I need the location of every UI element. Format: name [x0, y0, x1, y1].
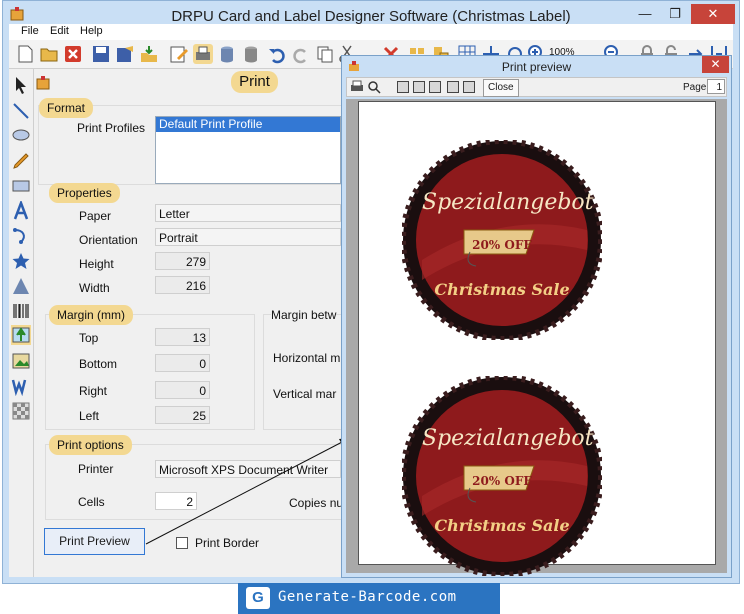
margin-top-label: Top: [79, 331, 99, 345]
minimize-button[interactable]: —: [631, 4, 659, 24]
image-icon[interactable]: [11, 325, 31, 345]
label-headline: Spezialangebot: [422, 190, 594, 215]
copy-icon[interactable]: [315, 44, 335, 64]
height-field[interactable]: 279: [155, 252, 210, 270]
two-pages-icon[interactable]: [413, 81, 425, 93]
export-icon[interactable]: [139, 44, 159, 64]
label-footer: Christmas Sale: [434, 280, 570, 299]
open-folder-icon[interactable]: [39, 44, 59, 64]
paper-field[interactable]: Letter: [155, 204, 341, 222]
edit-icon[interactable]: [169, 44, 189, 64]
undo-icon[interactable]: [267, 44, 287, 64]
database-settings-icon[interactable]: [241, 44, 261, 64]
preview-close-button[interactable]: Close: [483, 79, 519, 97]
print-preview-button[interactable]: Print Preview: [44, 528, 145, 555]
save-as-icon[interactable]: [115, 44, 135, 64]
menu-file[interactable]: File: [21, 25, 39, 37]
close-file-icon[interactable]: [63, 44, 83, 64]
orientation-label: Orientation: [79, 233, 138, 247]
christmas-label: Spezialangebot 20% OFF Christmas Sale: [400, 374, 604, 579]
preview-page: Spezialangebot 20% OFF Christmas Sale Sp…: [358, 101, 716, 578]
height-label: Height: [79, 257, 114, 271]
page-label: Page: [683, 82, 707, 93]
line-icon[interactable]: [11, 101, 31, 121]
label-headline: Spezialangebot: [422, 426, 594, 451]
redo-icon[interactable]: [291, 44, 311, 64]
text-icon[interactable]: [11, 201, 31, 221]
preview-title: Print preview: [501, 60, 572, 74]
margin-between-group: [263, 314, 342, 430]
width-field[interactable]: 216: [155, 276, 210, 294]
picture-icon[interactable]: [11, 351, 31, 371]
menu-help[interactable]: Help: [80, 25, 103, 37]
menu-edit[interactable]: Edit: [50, 25, 69, 37]
print-profile-item[interactable]: Default Print Profile: [156, 117, 340, 132]
triangle-icon[interactable]: [11, 276, 31, 296]
brand-banner: G Generate-Barcode.com: [238, 583, 500, 614]
margin-group: [45, 314, 255, 430]
width-label: Width: [79, 281, 110, 295]
margin-top-field[interactable]: 13: [155, 328, 210, 346]
properties-section-label: Properties: [49, 183, 120, 203]
print-options-section-label: Print options: [49, 435, 132, 455]
close-window-button[interactable]: ✕: [691, 4, 735, 24]
brand-logo-icon: G: [246, 587, 270, 609]
page-number-field[interactable]: 1: [707, 79, 725, 94]
print-panel-icon: [35, 74, 51, 90]
brand-text[interactable]: Generate-Barcode.com: [278, 589, 457, 605]
drawing-tools: [9, 69, 34, 577]
margin-right-field[interactable]: 0: [155, 381, 210, 399]
ellipse-icon[interactable]: [11, 125, 31, 145]
pointer-icon[interactable]: [11, 75, 31, 95]
print-panel-title: Print: [231, 71, 278, 93]
print-profiles-list[interactable]: Default Print Profile: [155, 116, 341, 184]
curve-icon[interactable]: [11, 226, 31, 246]
label-discount-tag: 20% OFF: [472, 238, 532, 252]
margin-between-label: Margin betw: [271, 308, 337, 322]
print-preview-dialog: Print preview ✕ Close Page 1 Spezialange…: [341, 55, 732, 578]
preview-toolbar: Close Page 1: [346, 77, 727, 97]
word-art-icon[interactable]: [11, 376, 31, 396]
three-pages-icon[interactable]: [429, 81, 441, 93]
label-footer: Christmas Sale: [434, 516, 570, 535]
orientation-field[interactable]: Portrait: [155, 228, 341, 246]
margin-section-label: Margin (mm): [49, 305, 133, 325]
preview-area: Spezialangebot 20% OFF Christmas Sale Sp…: [346, 99, 727, 578]
barcode-icon[interactable]: [11, 301, 31, 321]
preview-print-icon[interactable]: [350, 80, 364, 94]
pencil-icon[interactable]: [11, 151, 31, 171]
cells-label: Cells: [78, 495, 105, 509]
window-title: DRPU Card and Label Designer Software (C…: [171, 8, 571, 25]
menu-bar: File Edit Help: [9, 24, 733, 40]
print-icon[interactable]: [193, 44, 213, 64]
label-discount-tag: 20% OFF: [472, 474, 532, 488]
print-profiles-label: Print Profiles: [77, 121, 146, 135]
preview-close-x-button[interactable]: ✕: [702, 56, 729, 73]
margin-bottom-field[interactable]: 0: [155, 354, 210, 372]
four-pages-icon[interactable]: [447, 81, 459, 93]
rectangle-icon[interactable]: [11, 176, 31, 196]
printer-label: Printer: [78, 462, 114, 476]
new-file-icon[interactable]: [15, 44, 35, 64]
star-icon[interactable]: [11, 251, 31, 271]
format-section-label: Format: [39, 98, 94, 118]
background-icon[interactable]: [11, 401, 31, 421]
margin-bottom-label: Bottom: [79, 357, 118, 371]
pointer-arrow: [145, 438, 349, 545]
one-page-icon[interactable]: [397, 81, 409, 93]
margin-right-label: Right: [79, 384, 108, 398]
maximize-button[interactable]: ❐: [661, 4, 689, 24]
margin-left-label: Left: [79, 409, 100, 423]
christmas-label: Spezialangebot 20% OFF Christmas Sale: [400, 138, 604, 343]
save-icon[interactable]: [91, 44, 111, 64]
vertical-margin-label: Vertical mar: [273, 387, 337, 401]
margin-left-field[interactable]: 25: [155, 406, 210, 424]
preview-zoom-icon[interactable]: [367, 80, 381, 94]
six-pages-icon[interactable]: [463, 81, 475, 93]
horizontal-margin-label: Horizontal m: [273, 351, 341, 365]
paper-label: Paper: [79, 209, 112, 223]
database-icon[interactable]: [217, 44, 237, 64]
